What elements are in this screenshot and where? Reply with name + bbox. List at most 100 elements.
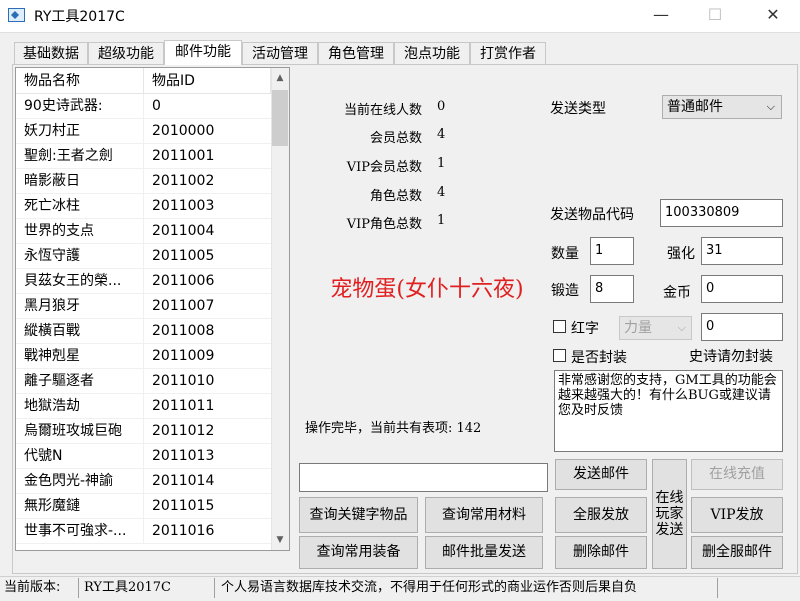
online-recharge-button[interactable]: 在线充值 [691,459,783,490]
item-name-cell: 90史诗武器: [16,94,144,119]
forge-label: 锻造 [551,283,579,299]
table-row[interactable]: 90史诗武器: 0 [16,94,271,119]
online-count-value: 0 [437,99,446,114]
maximize-icon: ☐ [707,5,723,24]
server-wide-send-button[interactable]: 全服发放 [555,497,647,533]
item-code-label: 发送物品代码 [550,207,634,223]
vip-role-count-value: 1 [437,213,446,228]
window-title: RY工具2017C [34,9,125,25]
version-value: RY工具2017C [84,580,172,595]
table-row[interactable]: 離子驅逐者 2011010 [16,369,271,394]
send-type-label: 发送类型 [550,101,606,117]
item-code-input[interactable]: 100330809 [660,199,783,227]
tab-mail-functions[interactable]: 邮件功能 [164,40,242,65]
item-name-cell: 聖劍:王者之劍 [16,144,144,169]
red-value-input[interactable]: 0 [701,313,783,341]
column-header-item-id[interactable]: 物品ID [144,68,271,94]
table-row[interactable]: 無形魔鏈 2011015 [16,494,271,519]
online-player-send-button[interactable]: 在线玩家发送 [652,459,687,569]
maximize-button[interactable]: ☐ [692,0,738,32]
table-row[interactable]: 死亡冰柱 2011003 [16,194,271,219]
table-row[interactable]: 妖刀村正 2010000 [16,119,271,144]
item-id-cell: 2011009 [144,344,271,369]
item-name-cell: 黑月狼牙 [16,294,144,319]
item-list[interactable]: 物品名称 物品ID 90史诗武器: 0 妖刀村正 2010000 聖劍:王者之劍 2011… [15,67,290,551]
tab-tip-author[interactable]: 打赏作者 [470,42,546,64]
item-id-cell: 2011010 [144,369,271,394]
item-name-cell: 縱橫百戰 [16,319,144,344]
item-id-cell: 2011011 [144,394,271,419]
tab-super-functions[interactable]: 超级功能 [88,42,164,64]
table-row[interactable]: 貝茲女王的榮... 2011006 [16,269,271,294]
table-row[interactable]: 暗影蔽日 2011002 [16,169,271,194]
member-count-label: 会员总数 [369,131,422,146]
send-mail-button[interactable]: 发送邮件 [555,459,647,490]
gold-input[interactable]: 0 [701,275,783,303]
table-row[interactable]: 黑月狼牙 2011007 [16,294,271,319]
tab-bubble-functions[interactable]: 泡点功能 [394,42,470,64]
mail-message-textarea[interactable]: 非常感谢您的支持，GM工具的功能会越来越强大的！有什么BUG或建议请您及时反馈 [554,370,783,452]
batch-mail-send-button[interactable]: 邮件批量发送 [425,536,543,569]
minimize-button[interactable]: — [638,0,684,32]
item-name-cell: 無形魔鏈 [16,494,144,519]
scroll-down-icon[interactable]: ▼ [272,532,288,548]
item-list-header: 物品名称 物品ID [16,68,271,94]
vip-send-button[interactable]: VIP发放 [691,497,783,533]
tab-role-management[interactable]: 角色管理 [318,42,394,64]
close-icon: ✕ [766,5,780,24]
disclaimer-text: 个人易语言数据库技术交流，不得用于任何形式的商业运作否则后果自负 [221,580,638,595]
column-header-item-name[interactable]: 物品名称 [16,68,144,94]
red-attribute-select[interactable]: 力量 ⌵ [619,316,692,340]
tab-basic-data[interactable]: 基础数据 [14,42,88,64]
table-row[interactable]: 戰神剋星 2011009 [16,344,271,369]
query-common-materials-button[interactable]: 查询常用材料 [425,497,543,533]
item-name-cell: 貝茲女王的榮... [16,269,144,294]
keyword-search-input[interactable] [299,463,548,492]
table-row[interactable]: 烏爾班攻城巨砲 2011012 [16,419,271,444]
item-id-cell: 0 [144,94,271,119]
item-name-cell: 世界的支点 [16,219,144,244]
send-type-select[interactable]: 普通邮件 ⌵ [662,95,782,119]
table-row[interactable]: 金色閃光-神諭 2011014 [16,469,271,494]
item-id-cell: 2011002 [144,169,271,194]
send-type-value: 普通邮件 [667,99,723,115]
item-id-cell: 2011001 [144,144,271,169]
table-row[interactable]: 代號N 2011013 [16,444,271,469]
table-row[interactable]: 世界的支点 2011004 [16,219,271,244]
item-id-cell: 2011015 [144,494,271,519]
item-id-cell: 2011005 [144,244,271,269]
version-label: 当前版本: [4,580,61,595]
table-row[interactable]: 地獄浩劫 2011011 [16,394,271,419]
delete-all-server-mail-button[interactable]: 删全服邮件 [691,536,783,569]
online-count-label: 当前在线人数 [343,103,422,118]
gold-label: 金币 [663,285,691,301]
item-name-cell: 地獄浩劫 [16,394,144,419]
minimize-icon: — [653,5,669,24]
chevron-down-icon: ⌵ [766,100,775,113]
red-attribute-value: 力量 [624,320,652,336]
item-id-cell: 2011014 [144,469,271,494]
tab-activity-management[interactable]: 活动管理 [242,42,318,64]
item-id-cell: 2011016 [144,519,271,544]
query-common-equipment-button[interactable]: 查询常用装备 [299,536,418,569]
item-name-cell: 離子驅逐者 [16,369,144,394]
item-id-cell: 2010000 [144,119,271,144]
role-count-value: 4 [437,185,446,200]
forge-input[interactable]: 8 [590,275,634,303]
table-row[interactable]: 縱橫百戰 2011008 [16,319,271,344]
query-keyword-items-button[interactable]: 查询关键字物品 [299,497,418,533]
table-row[interactable]: 世事不可強求-... 2011016 [16,519,271,544]
status-separator [78,578,79,598]
red-text-checkbox[interactable] [553,320,566,333]
status-separator [717,578,718,598]
close-button[interactable]: ✕ [750,0,796,32]
item-name-cell: 永恆守護 [16,244,144,269]
scroll-up-icon[interactable]: ▲ [272,70,288,86]
enhance-input[interactable]: 31 [701,237,783,265]
table-row[interactable]: 聖劍:王者之劍 2011001 [16,144,271,169]
quantity-label: 数量 [551,246,579,262]
delete-mail-button[interactable]: 删除邮件 [555,536,647,569]
table-row[interactable]: 永恆守護 2011005 [16,244,271,269]
quantity-input[interactable]: 1 [590,237,634,265]
seal-checkbox[interactable] [553,349,566,362]
